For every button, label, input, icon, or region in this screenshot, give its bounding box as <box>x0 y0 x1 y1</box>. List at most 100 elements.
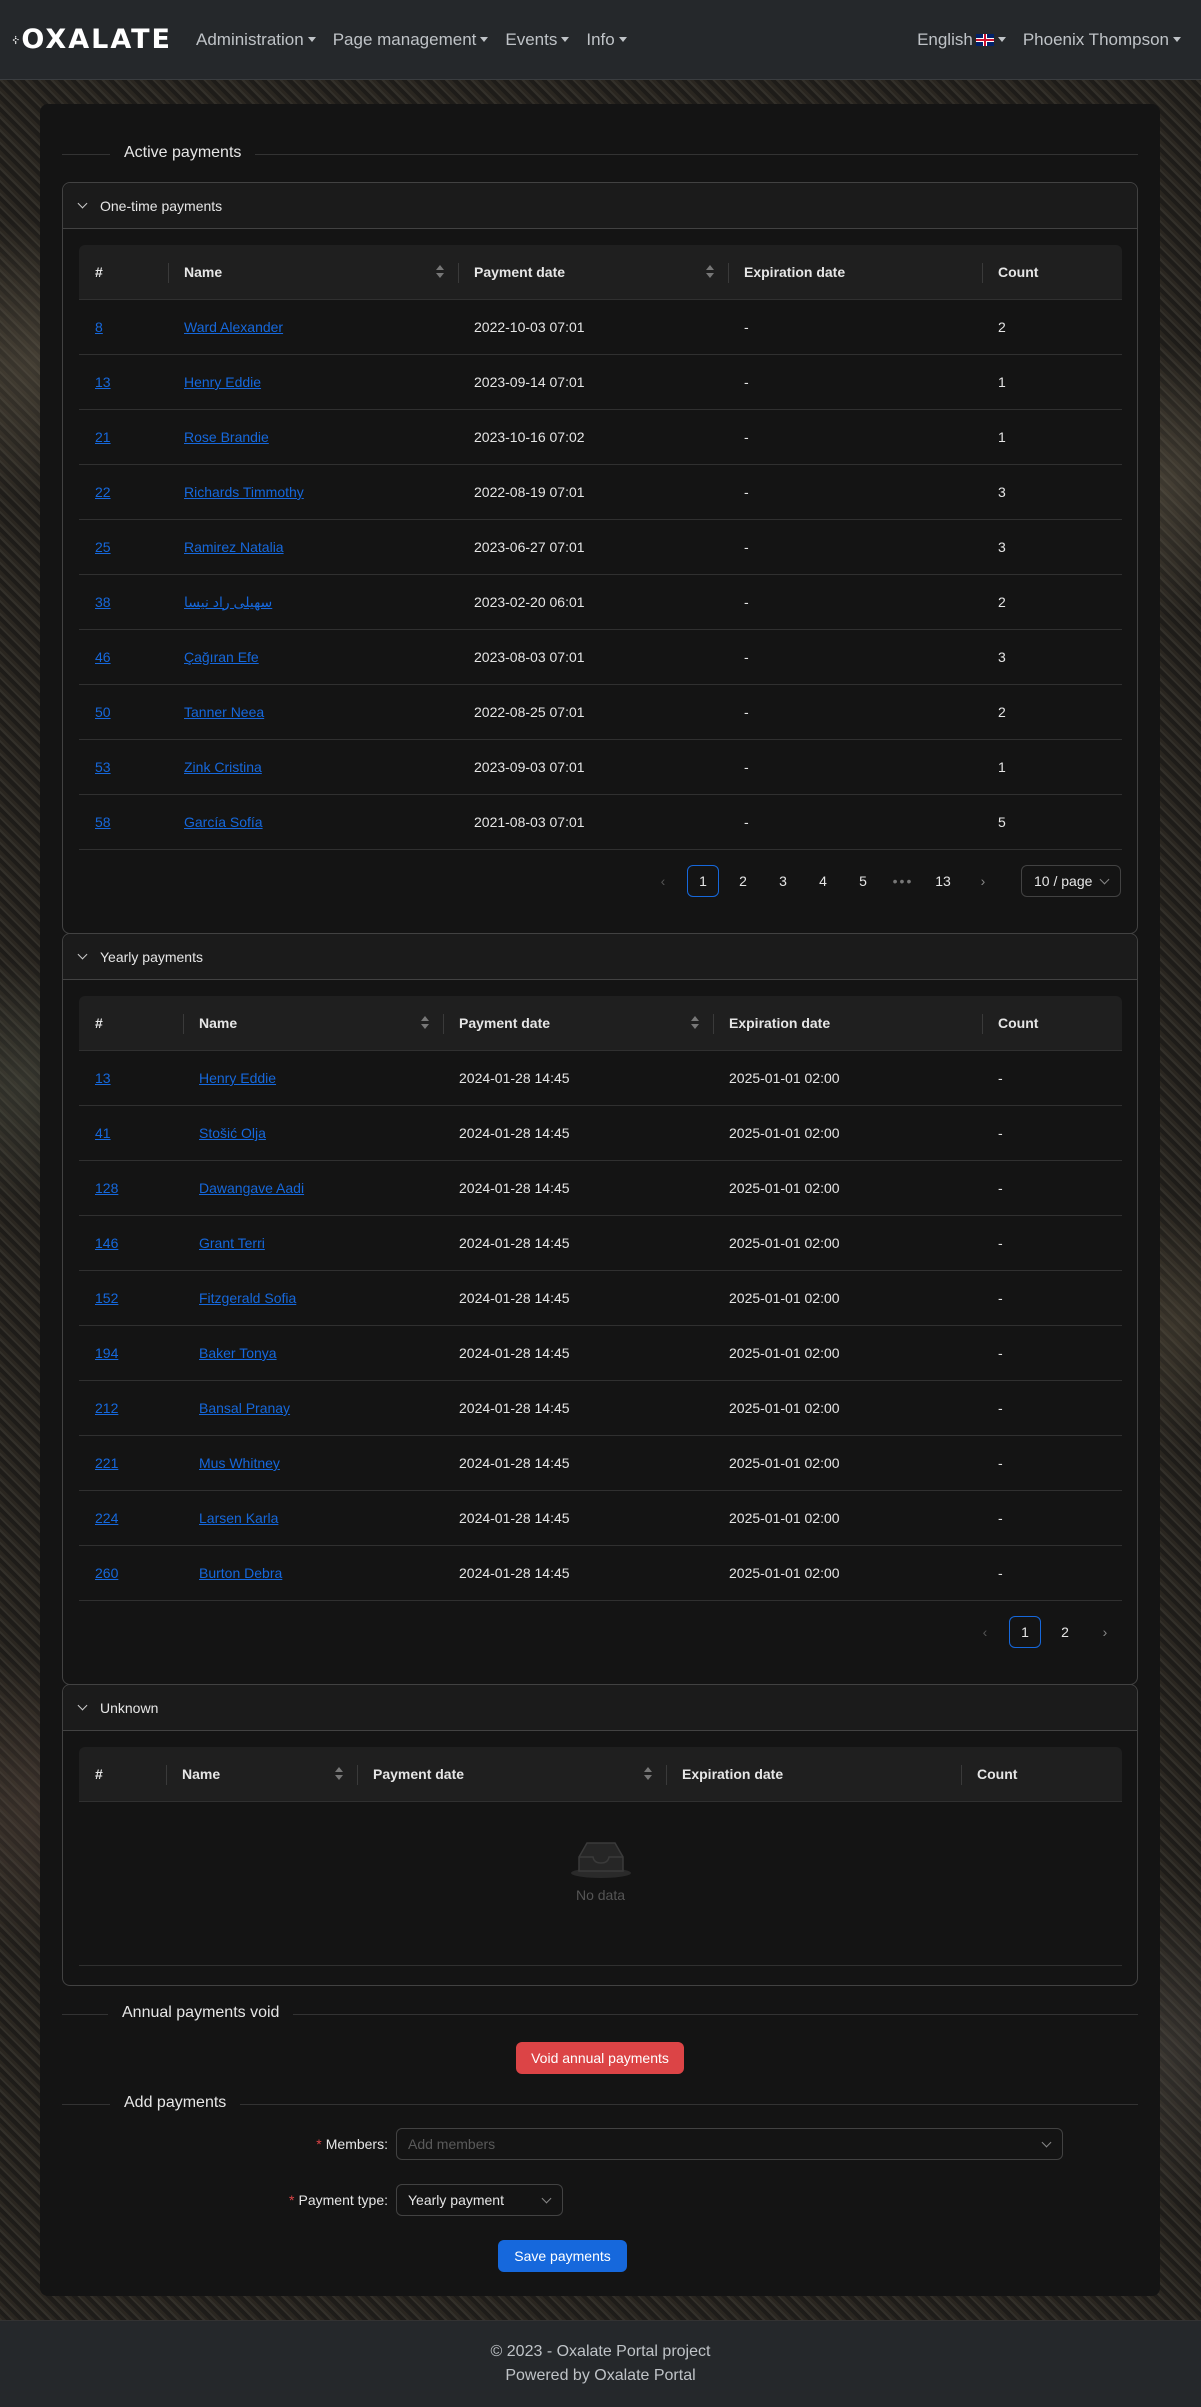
logo[interactable]: OXALATE <box>12 18 172 62</box>
cell-name-link[interactable]: Rose Brandie <box>184 429 269 445</box>
table-cell: - <box>728 814 982 830</box>
page-2[interactable]: 2 <box>1049 1616 1081 1648</box>
cell-id-link[interactable]: 224 <box>95 1510 118 1526</box>
cell-id-link[interactable]: 21 <box>95 429 111 445</box>
cell-id-link[interactable]: 128 <box>95 1180 118 1196</box>
void-annual-payments-button[interactable]: Void annual payments <box>516 2042 684 2074</box>
yearly-payments-header[interactable]: Yearly payments <box>63 934 1137 980</box>
cell-name-link[interactable]: سهیلی راد نیسا <box>184 594 272 610</box>
table-cell: 2023-08-03 07:01 <box>458 649 728 665</box>
table-cell: 2024-01-28 14:45 <box>443 1345 713 1361</box>
one-time-payments-header[interactable]: One-time payments <box>63 183 1137 229</box>
payment-type-value: Yearly payment <box>408 2192 504 2208</box>
cell-name-link[interactable]: Baker Tonya <box>199 1345 277 1361</box>
cell-name-link[interactable]: García Sofía <box>184 814 263 830</box>
next-page-icon[interactable]: › <box>967 865 999 897</box>
cell-name-link[interactable]: Henry Eddie <box>199 1070 276 1086</box>
cell-name-link[interactable]: Grant Terri <box>199 1235 265 1251</box>
next-page-icon[interactable]: › <box>1089 1616 1121 1648</box>
cell-id-link[interactable]: 25 <box>95 539 111 555</box>
cell-name-link[interactable]: Çağıran Efe <box>184 649 259 665</box>
column-header-payment-date[interactable]: Payment date <box>458 245 728 299</box>
page-ellipsis[interactable]: ••• <box>887 865 919 897</box>
save-payments-button[interactable]: Save payments <box>498 2240 627 2272</box>
cell-id-link[interactable]: 50 <box>95 704 111 720</box>
cell-name-link[interactable]: Ward Alexander <box>184 319 283 335</box>
cell-id-link[interactable]: 53 <box>95 759 111 775</box>
cell-name-link[interactable]: Fitzgerald Sofia <box>199 1290 296 1306</box>
page-3[interactable]: 3 <box>767 865 799 897</box>
table-cell: Dawangave Aadi <box>183 1180 443 1196</box>
unknown-payments-header[interactable]: Unknown <box>63 1685 1137 1731</box>
cell-id-link[interactable]: 152 <box>95 1290 118 1306</box>
cell-id-link[interactable]: 46 <box>95 649 111 665</box>
cell-count: 3 <box>998 539 1006 555</box>
cell-name-link[interactable]: Burton Debra <box>199 1565 282 1581</box>
cell-id-link[interactable]: 38 <box>95 594 111 610</box>
column-header-name[interactable]: Name <box>168 245 458 299</box>
one-time-payments-table: # Name Payment date Expiration date Coun… <box>79 245 1122 850</box>
cell-name-link[interactable]: Mus Whitney <box>199 1455 280 1471</box>
chevron-down-icon <box>1041 2137 1052 2148</box>
cell-name-link[interactable]: Stošić Olja <box>199 1125 266 1141</box>
cell-count: 1 <box>998 429 1006 445</box>
sort-icon[interactable] <box>436 265 444 279</box>
menu-events[interactable]: Events <box>505 30 570 50</box>
cell-name-link[interactable]: Tanner Neea <box>184 704 264 720</box>
table-cell: 2024-01-28 14:45 <box>443 1180 713 1196</box>
menu-administration[interactable]: Administration <box>196 30 316 50</box>
cell-name-link[interactable]: Zink Cristina <box>184 759 262 775</box>
table-cell: 128 <box>79 1180 183 1196</box>
sort-icon[interactable] <box>644 1767 652 1781</box>
cell-id-link[interactable]: 58 <box>95 814 111 830</box>
page-1[interactable]: 1 <box>687 865 719 897</box>
page-4[interactable]: 4 <box>807 865 839 897</box>
table-row: 50 Tanner Neea 2022-08-25 07:01 - 2 <box>79 685 1122 740</box>
column-header-payment-date[interactable]: Payment date <box>443 996 713 1050</box>
cell-id-link[interactable]: 8 <box>95 319 103 335</box>
cell-id-link[interactable]: 221 <box>95 1455 118 1471</box>
cell-name-link[interactable]: Dawangave Aadi <box>199 1180 304 1196</box>
sort-icon[interactable] <box>691 1016 699 1030</box>
column-header-name[interactable]: Name <box>183 996 443 1050</box>
column-label: Name <box>184 264 223 280</box>
cell-name-link[interactable]: Bansal Pranay <box>199 1400 290 1416</box>
cell-payment-date: 2022-10-03 07:01 <box>474 319 585 335</box>
cell-id-link[interactable]: 194 <box>95 1345 118 1361</box>
chevron-down-icon <box>541 2193 552 2204</box>
cell-id-link[interactable]: 260 <box>95 1565 118 1581</box>
cell-id-link[interactable]: 13 <box>95 1070 111 1086</box>
cell-id-link[interactable]: 22 <box>95 484 111 500</box>
page-size-select[interactable]: 10 / page <box>1021 865 1121 897</box>
prev-page-icon[interactable]: ‹ <box>969 1616 1001 1648</box>
members-select[interactable]: Add members <box>396 2128 1063 2160</box>
page-13[interactable]: 13 <box>927 865 959 897</box>
column-header-payment-date[interactable]: Payment date <box>357 1747 666 1801</box>
cell-name-link[interactable]: Henry Eddie <box>184 374 261 390</box>
table-cell: Fitzgerald Sofia <box>183 1290 443 1306</box>
cell-name-link[interactable]: Richards Timmothy <box>184 484 304 500</box>
language-selector[interactable]: English <box>917 30 1006 50</box>
payment-type-select[interactable]: Yearly payment <box>396 2184 563 2216</box>
yearly-payments-table: # Name Payment date Expiration date Coun… <box>79 996 1122 1601</box>
table-cell: Ward Alexander <box>168 319 458 335</box>
cell-id-link[interactable]: 13 <box>95 374 111 390</box>
cell-id-link[interactable]: 146 <box>95 1235 118 1251</box>
sort-icon[interactable] <box>421 1016 429 1030</box>
cell-name-link[interactable]: Ramirez Natalia <box>184 539 284 555</box>
prev-page-icon[interactable]: ‹ <box>647 865 679 897</box>
page-1[interactable]: 1 <box>1009 1616 1041 1648</box>
menu-info[interactable]: Info <box>586 30 627 50</box>
table-cell: 2025-01-01 02:00 <box>713 1345 982 1361</box>
page-5[interactable]: 5 <box>847 865 879 897</box>
cell-id-link[interactable]: 212 <box>95 1400 118 1416</box>
sort-icon[interactable] <box>706 265 714 279</box>
user-menu[interactable]: Phoenix Thompson <box>1023 30 1181 50</box>
menu-label: Administration <box>196 29 304 49</box>
cell-id-link[interactable]: 41 <box>95 1125 111 1141</box>
sort-icon[interactable] <box>335 1767 343 1781</box>
cell-name-link[interactable]: Larsen Karla <box>199 1510 278 1526</box>
menu-page-management[interactable]: Page management <box>333 30 489 50</box>
page-2[interactable]: 2 <box>727 865 759 897</box>
column-header-name[interactable]: Name <box>166 1747 357 1801</box>
